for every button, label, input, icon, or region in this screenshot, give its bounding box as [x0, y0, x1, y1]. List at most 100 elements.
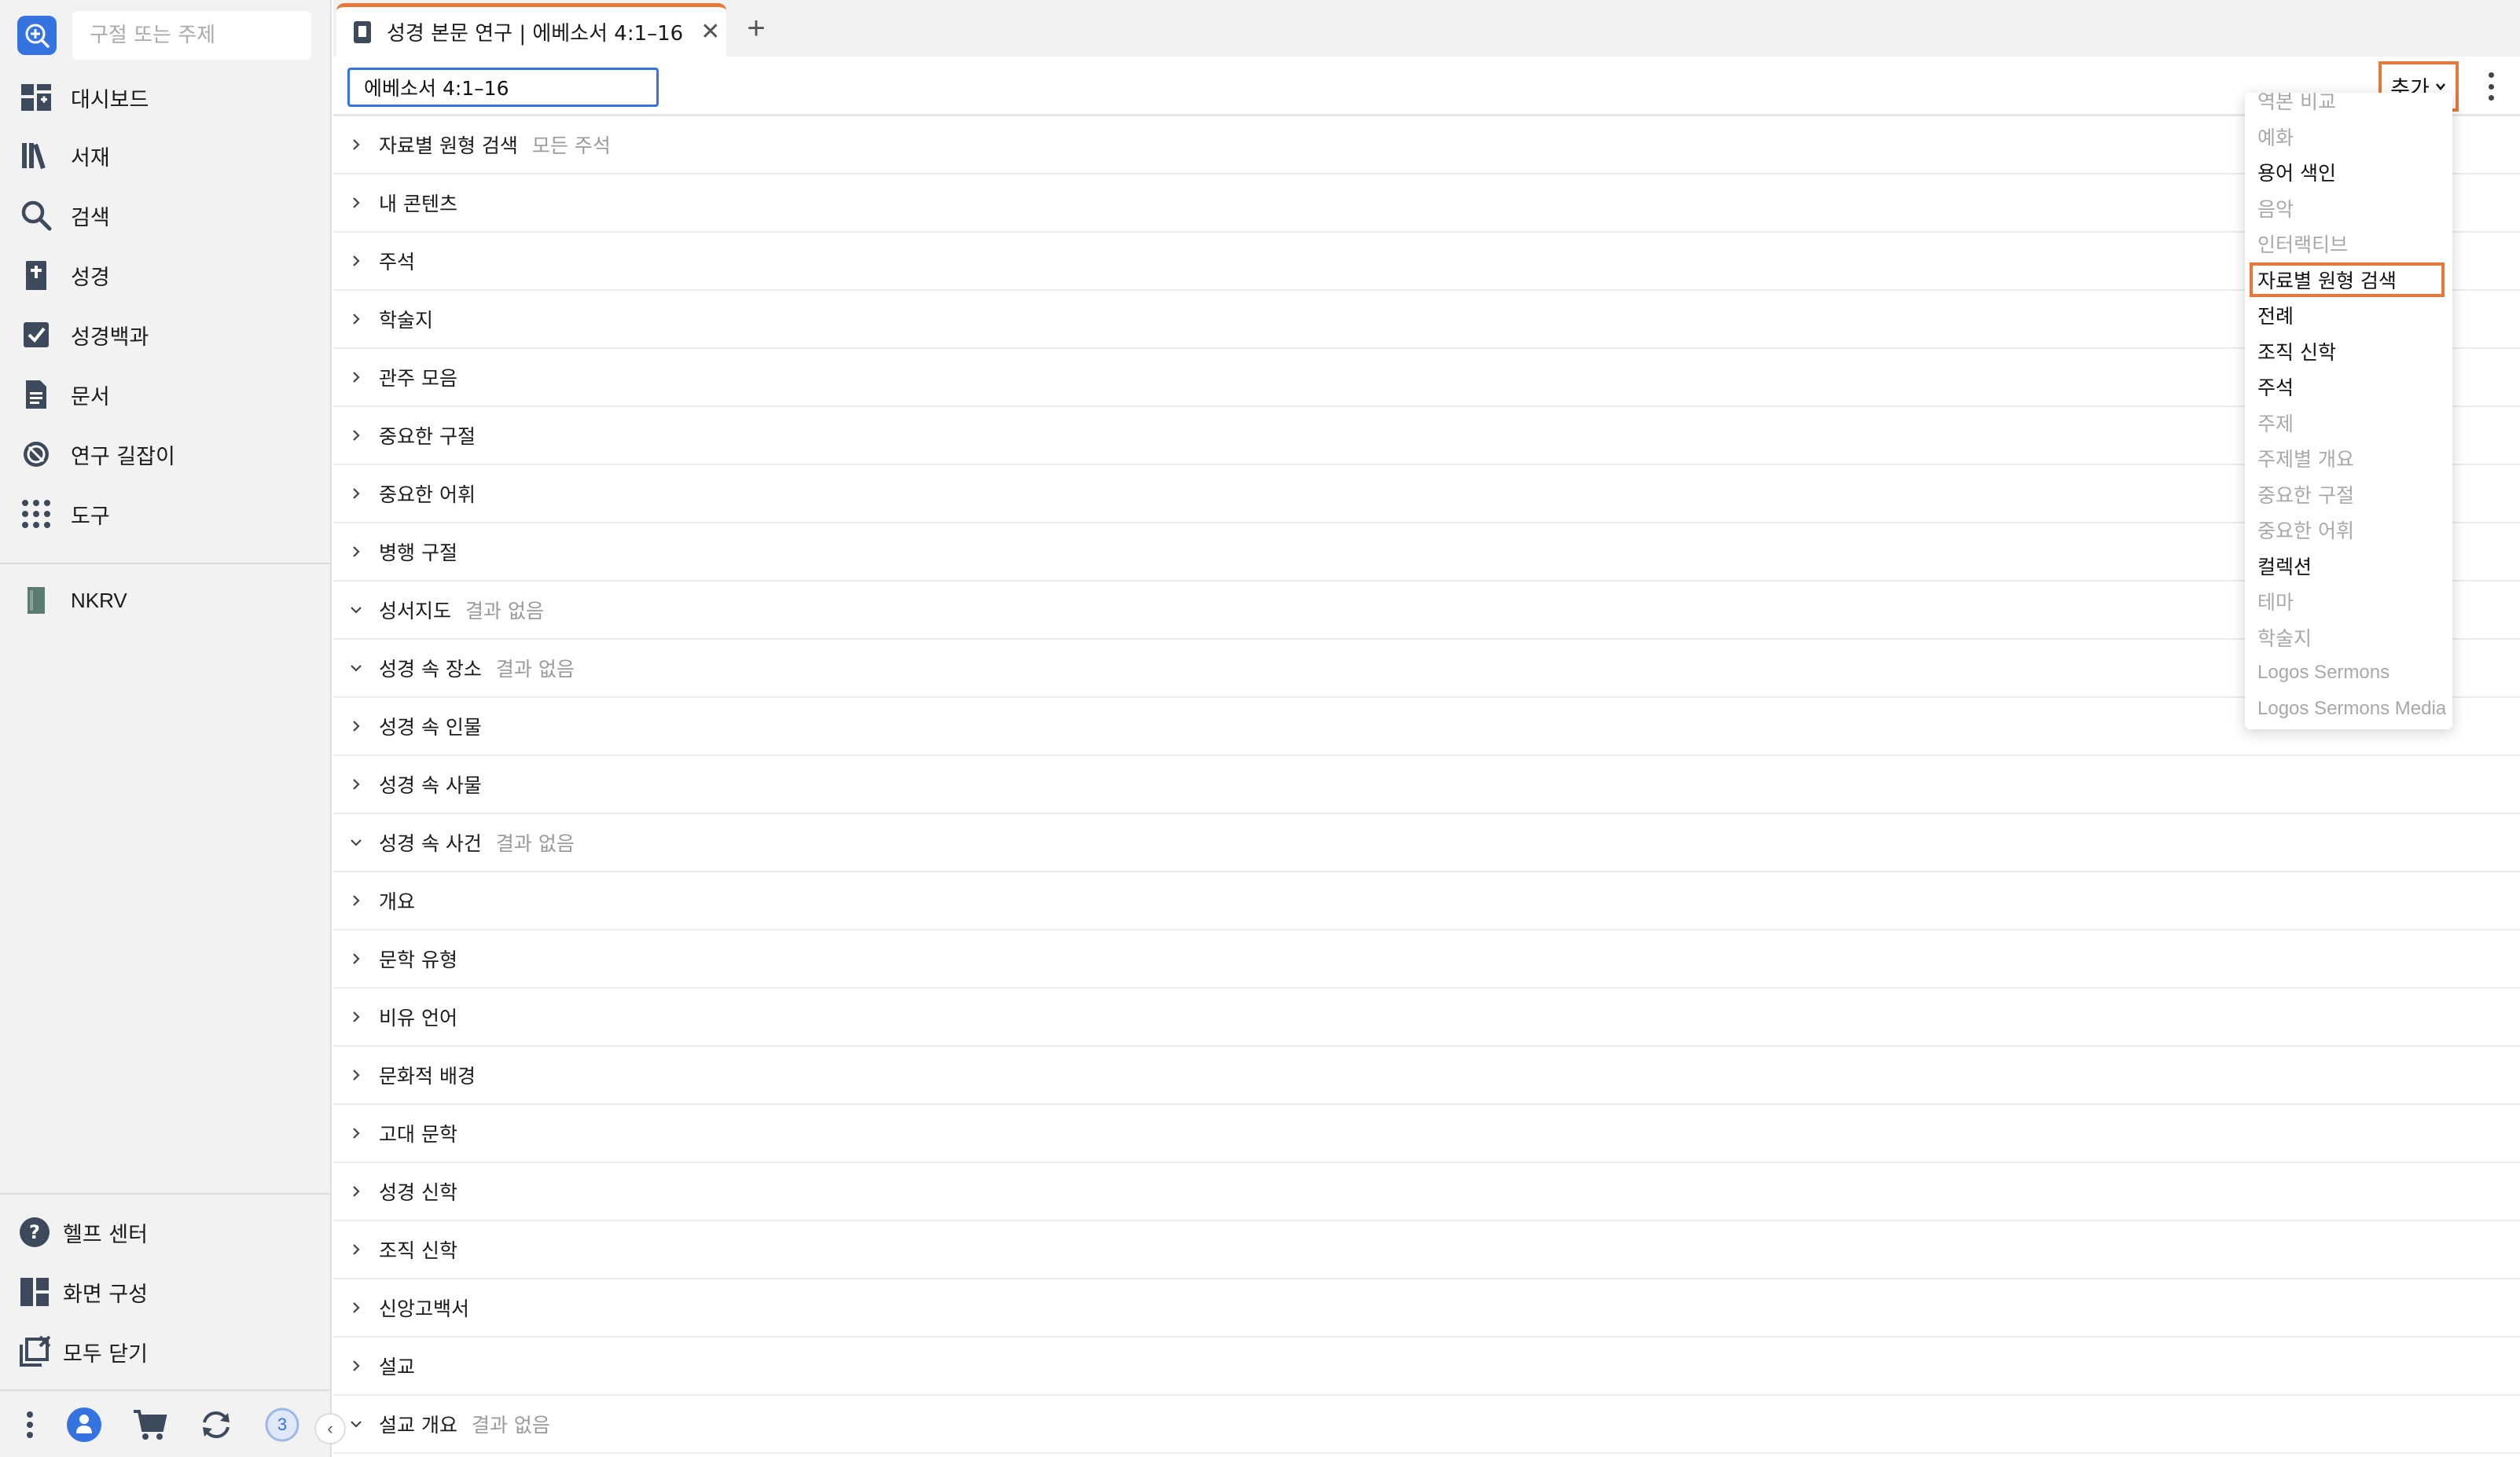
sidebar-item-label: 도구 — [71, 504, 110, 529]
dropdown-item[interactable]: 자료별 원형 검색 — [2250, 262, 2445, 297]
section-row[interactable]: 설교 — [333, 1338, 2520, 1396]
section-row[interactable]: 중요한 구절 — [333, 407, 2520, 465]
chevron-down-icon[interactable] — [346, 1414, 366, 1434]
document-icon — [19, 377, 53, 412]
logos-logo-icon[interactable] — [17, 16, 57, 55]
sidebar-item-factbook[interactable]: 성경백과 — [0, 306, 330, 363]
section-label: 비유 언어 — [379, 1007, 457, 1029]
sidebar-item-documents[interactable]: 문서 — [0, 366, 330, 423]
section-note: 결과 없음 — [495, 832, 575, 855]
section-row[interactable]: 성서지도 결과 없음 — [333, 582, 2520, 640]
sidebar-item-library[interactable]: 서재 — [0, 127, 330, 184]
section-row[interactable]: 성경 속 사물 — [333, 756, 2520, 814]
section-label: 성경 속 사물 — [379, 774, 482, 797]
chevron-right-icon[interactable] — [346, 483, 366, 504]
collapse-sidebar-button[interactable]: ‹ — [314, 1413, 346, 1444]
section-row[interactable]: 성경 속 인물 — [333, 698, 2520, 756]
book-icon — [19, 583, 53, 618]
sidebar-item-help-center[interactable]: ? 헬프 센터 — [0, 1204, 330, 1261]
tab-passage-guide[interactable]: 성경 본문 연구 | 에베소서 4:1–16 ✕ — [336, 3, 726, 57]
sync-icon[interactable] — [197, 1405, 236, 1444]
user-account-icon[interactable] — [64, 1405, 104, 1444]
section-row[interactable]: 비유 언어 — [333, 989, 2520, 1047]
sidebar-item-bible[interactable]: 성경 — [0, 247, 330, 303]
section-row[interactable]: 병행 구절 — [333, 523, 2520, 582]
section-row[interactable]: 주석 — [333, 233, 2520, 291]
sidebar-item-layouts[interactable]: 화면 구성 — [0, 1264, 330, 1320]
chevron-right-icon[interactable] — [346, 251, 366, 271]
section-row[interactable]: 설교 개요 결과 없음 — [333, 1396, 2520, 1454]
chevron-right-icon[interactable] — [346, 367, 366, 387]
section-row[interactable]: 관주 모음 — [333, 349, 2520, 407]
chevron-right-icon[interactable] — [346, 309, 366, 329]
dropdown-item[interactable]: 용어 색인 — [2250, 155, 2445, 189]
sidebar-item-dashboard[interactable]: 대시보드 — [0, 69, 330, 126]
section-label: 병행 구절 — [379, 541, 457, 564]
chevron-right-icon[interactable] — [346, 1181, 366, 1202]
sidebar-item-label: 화면 구성 — [63, 1282, 148, 1307]
add-tab-button[interactable]: + — [739, 11, 773, 46]
chevron-right-icon[interactable] — [346, 1007, 366, 1027]
section-row[interactable]: 성경 속 장소 결과 없음 — [333, 640, 2520, 698]
chevron-right-icon[interactable] — [346, 890, 366, 911]
section-row[interactable]: 신앙고백서 — [333, 1279, 2520, 1338]
chevron-right-icon[interactable] — [346, 1297, 366, 1318]
dropdown-item[interactable]: 전례 — [2250, 298, 2445, 332]
notification-badge[interactable]: 3 — [263, 1405, 302, 1444]
section-row[interactable]: 중요한 어휘 — [333, 465, 2520, 523]
reference-input[interactable] — [347, 68, 659, 107]
sidebar-item-tools[interactable]: 도구 — [0, 486, 330, 542]
section-label: 성경 속 인물 — [379, 716, 482, 739]
dropdown-item[interactable]: 주석 — [2250, 369, 2445, 404]
section-row[interactable]: 학술지 — [333, 291, 2520, 349]
chevron-down-icon[interactable] — [346, 832, 366, 853]
section-row[interactable]: 고대 문학 — [333, 1105, 2520, 1163]
chevron-right-icon[interactable] — [346, 1356, 366, 1376]
section-row[interactable]: 자료별 원형 검색 모든 주석 — [333, 116, 2520, 174]
chevron-right-icon[interactable] — [346, 425, 366, 446]
tab-close-icon[interactable]: ✕ — [700, 18, 720, 46]
dropdown-item: 중요한 어휘 — [2257, 519, 2354, 542]
svg-text:?: ? — [29, 1221, 40, 1243]
sidebar-item-label: 검색 — [71, 205, 110, 230]
chevron-right-icon[interactable] — [346, 134, 366, 155]
chevron-right-icon[interactable] — [346, 1123, 366, 1143]
chevron-right-icon[interactable] — [346, 541, 366, 562]
section-row[interactable]: 문학 유형 — [333, 930, 2520, 989]
more-vertical-icon[interactable] — [22, 1405, 38, 1444]
section-row[interactable]: 성경 속 사건 결과 없음 — [333, 814, 2520, 872]
chevron-right-icon[interactable] — [346, 716, 366, 736]
chevron-right-icon[interactable] — [346, 1239, 366, 1260]
chevron-right-icon[interactable] — [346, 193, 366, 213]
dropdown-item[interactable]: 조직 신학 — [2250, 334, 2445, 369]
sidebar-search-input[interactable] — [72, 11, 311, 60]
section-row[interactable]: 개요 — [333, 872, 2520, 930]
chevron-right-icon[interactable] — [346, 1065, 366, 1085]
chevron-down-icon[interactable] — [346, 658, 366, 678]
sidebar-item-search[interactable]: 검색 — [0, 187, 330, 244]
chevron-right-icon[interactable] — [346, 774, 366, 795]
dropdown-item: 학술지 — [2257, 626, 2312, 650]
help-icon: ? — [17, 1215, 52, 1250]
section-row[interactable]: 문화적 배경 — [333, 1047, 2520, 1105]
more-options-button[interactable] — [2479, 69, 2503, 104]
section-label: 설교 개요 — [379, 1414, 457, 1437]
dropdown-item[interactable]: 컬렉션 — [2250, 549, 2445, 583]
bible-icon — [19, 258, 53, 292]
sidebar-bottom-bar: 3 — [0, 1393, 330, 1457]
sidebar-item-guides[interactable]: 연구 길잡이 — [0, 426, 330, 483]
guides-icon — [19, 437, 53, 472]
section-row[interactable]: 조직 신학 — [333, 1221, 2520, 1279]
add-section-dropdown: 역본 비교 예화 용어 색인 음악 인터랙티브 자료별 원형 검색 전례 조직 신학 주석 주제 주… — [2245, 93, 2452, 729]
section-row[interactable]: 내 콘텐츠 — [333, 174, 2520, 233]
sidebar-item-close-all[interactable]: 모두 닫기 — [0, 1323, 330, 1380]
passage-guide-icon — [354, 20, 371, 43]
section-note: 결과 없음 — [465, 600, 544, 622]
section-label: 성경 속 사건 — [379, 832, 482, 855]
chevron-right-icon[interactable] — [346, 949, 366, 969]
close-all-icon — [17, 1334, 52, 1369]
section-row[interactable]: 성경 신학 — [333, 1163, 2520, 1221]
chevron-down-icon[interactable] — [346, 600, 366, 620]
sidebar-item-nkrv[interactable]: NKRV — [0, 572, 330, 629]
cart-icon[interactable] — [130, 1405, 170, 1444]
